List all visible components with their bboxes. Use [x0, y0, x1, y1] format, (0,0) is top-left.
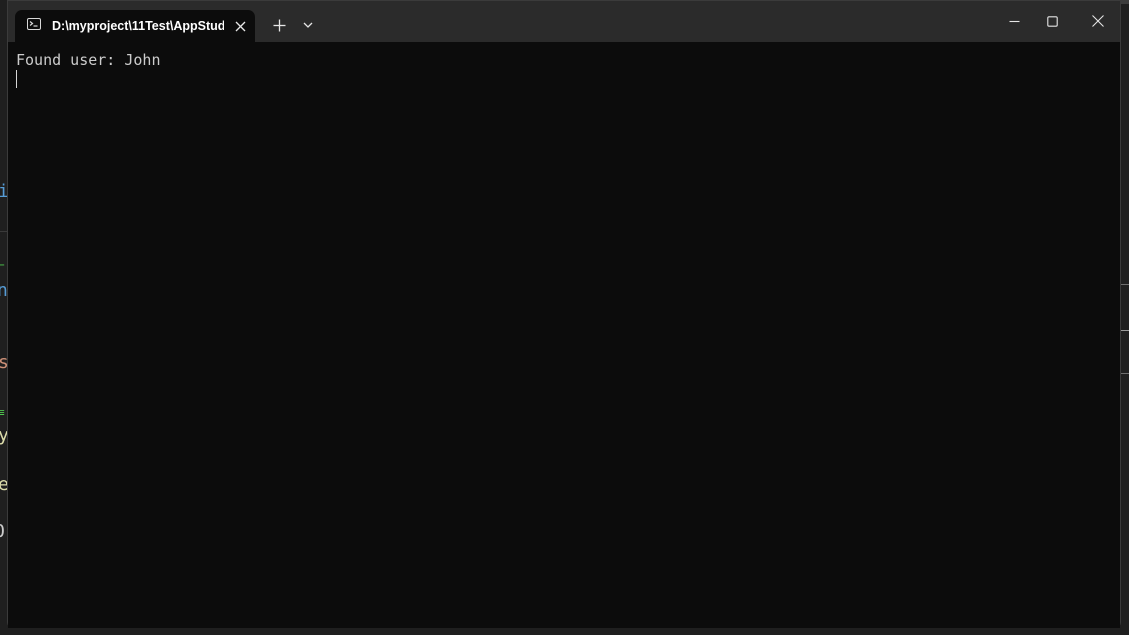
minimize-icon — [1009, 20, 1019, 22]
close-icon — [235, 21, 245, 31]
terminal-window: D:\myproject\11Test\AppStudy Found user:… — [7, 0, 1121, 628]
divider — [0, 231, 7, 232]
chevron-down-icon — [303, 22, 313, 28]
maximize-button[interactable] — [1029, 5, 1075, 37]
plus-icon — [273, 19, 285, 31]
new-tab-button[interactable] — [266, 13, 292, 37]
close-window-button[interactable] — [1075, 5, 1121, 37]
divider — [1121, 373, 1129, 374]
code-fragment-comment: ⌐ — [0, 259, 5, 272]
terminal-icon — [27, 18, 41, 30]
tab-title: D:\myproject\11Test\AppStudy — [52, 19, 224, 33]
text-cursor — [16, 70, 17, 88]
divider — [1121, 284, 1129, 285]
divider — [1121, 330, 1129, 331]
code-fragment-comment: ≡ — [0, 406, 5, 419]
tab-close-button[interactable] — [230, 16, 250, 36]
code-fragment: O — [0, 522, 5, 542]
tab-dropdown-button[interactable] — [298, 13, 318, 37]
output-line: Found user: John — [16, 51, 161, 69]
maximize-icon — [1046, 15, 1058, 27]
title-bar[interactable]: D:\myproject\11Test\AppStudy — [8, 1, 1120, 42]
terminal-output-area[interactable]: Found user: John — [8, 42, 1120, 628]
terminal-tab[interactable]: D:\myproject\11Test\AppStudy — [15, 10, 255, 42]
close-icon — [1092, 15, 1104, 27]
